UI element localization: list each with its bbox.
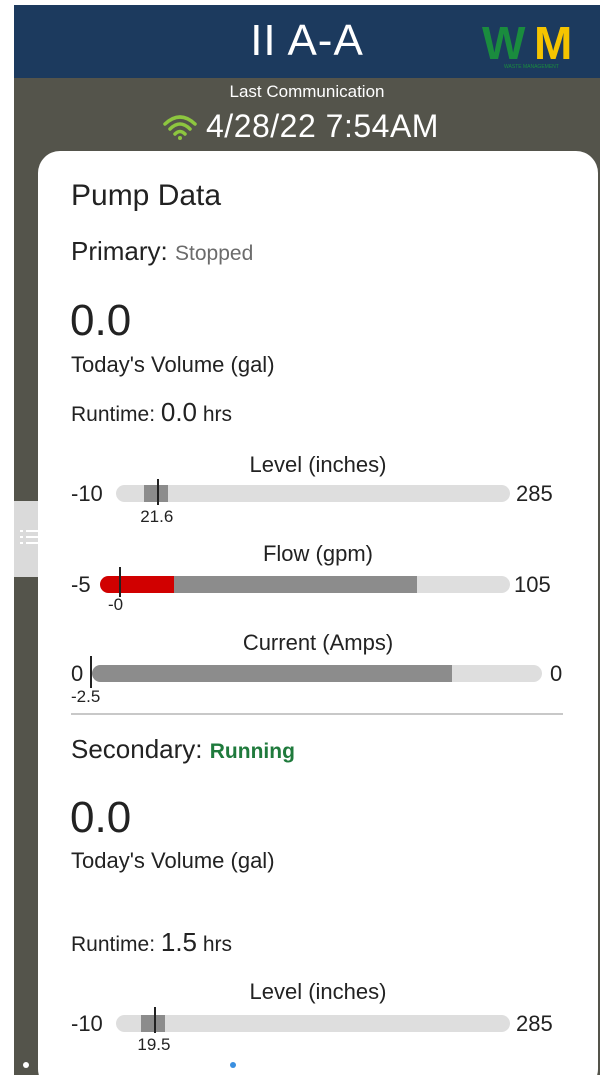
page-indicator [14, 1055, 600, 1075]
page-dot[interactable] [200, 1062, 207, 1068]
page-dot[interactable] [23, 1062, 29, 1068]
secondary-level-title: Level (inches) [249, 979, 387, 1004]
primary-level-fill [144, 485, 169, 502]
last-communication-row: 4/28/22 7:54AM [162, 106, 439, 146]
primary-level-title: Level (inches) [249, 452, 387, 477]
primary-volume-label: Today's Volume (gal) [71, 352, 275, 377]
secondary-volume-label: Today's Volume (gal) [71, 848, 275, 873]
primary-current-title: Current (Amps) [242, 630, 394, 655]
page-dot[interactable] [467, 1062, 474, 1068]
primary-flow-value: -0 [108, 595, 124, 614]
svg-text:M: M [534, 19, 570, 69]
primary-level-min: -10 [71, 481, 103, 506]
page-dot[interactable] [260, 1062, 266, 1068]
page-dot[interactable] [378, 1062, 385, 1068]
primary-flow-max: 105 [514, 572, 551, 597]
primary-flow-track [100, 576, 510, 593]
header-bar: II A-A W M WASTE MANAGEMENT [14, 5, 600, 78]
secondary-level-fill [141, 1015, 166, 1032]
last-communication-time: 4/28/22 7:54AM [206, 108, 439, 144]
secondary-label: Secondary: [71, 734, 203, 764]
page-dot[interactable] [585, 1062, 592, 1068]
svg-text:W: W [482, 19, 526, 69]
page-dot[interactable] [526, 1062, 533, 1068]
secondary-runtime: Runtime: 1.5 hrs [71, 928, 232, 959]
secondary-level-value: 19.5 [137, 1035, 171, 1054]
wm-logo: W M WASTE MANAGEMENT [482, 19, 574, 69]
primary-runtime-unit: hrs [202, 403, 233, 426]
primary-flow-title: Flow (gpm) [262, 541, 373, 566]
page-dot[interactable] [497, 1062, 503, 1068]
primary-level-marker [157, 479, 160, 505]
page-dot[interactable] [408, 1062, 415, 1068]
primary-label: Primary: [71, 236, 168, 266]
primary-level-max: 285 [516, 481, 553, 506]
primary-level-track [116, 485, 510, 502]
primary-level-value: 21.6 [140, 507, 174, 526]
card-title: Pump Data [71, 179, 222, 212]
primary-current-value: -2.5 [71, 687, 101, 706]
page-dot[interactable] [319, 1062, 326, 1068]
primary-current-min: 0 [71, 661, 84, 686]
secondary-level-marker [154, 1007, 157, 1033]
primary-runtime-label: Runtime: [71, 403, 156, 426]
secondary-status-line: Secondary: Running [71, 733, 295, 768]
app-frame: II A-A W M WASTE MANAGEMENT Last Communi… [14, 5, 600, 1075]
secondary-volume-value: 0.0 [70, 793, 132, 842]
page-dot[interactable] [230, 1062, 237, 1068]
page-dot[interactable] [171, 1062, 178, 1068]
secondary-runtime-unit: hrs [202, 933, 233, 956]
svg-text:WASTE MANAGEMENT: WASTE MANAGEMENT [504, 64, 559, 69]
page-dot[interactable] [556, 1062, 563, 1068]
primary-current-track [92, 665, 542, 682]
page-dot[interactable] [289, 1062, 296, 1068]
page-dot[interactable] [111, 1062, 118, 1068]
primary-current-marker [90, 656, 92, 688]
secondary-status: Running [209, 740, 295, 763]
wifi-icon [163, 115, 197, 140]
last-communication-label: Last Communication [229, 82, 385, 101]
primary-status: Stopped [175, 242, 254, 265]
page-dot[interactable] [82, 1062, 89, 1068]
primary-current-max: 0 [550, 661, 563, 686]
page-dot[interactable] [437, 1062, 444, 1068]
secondary-level-max: 285 [516, 1011, 553, 1036]
primary-runtime-value: 0.0 [160, 397, 198, 427]
primary-status-line: Primary: Stopped [71, 235, 253, 270]
secondary-runtime-label: Runtime: [71, 933, 156, 956]
primary-flow-marker [118, 567, 121, 597]
page-dot[interactable] [141, 1062, 148, 1068]
secondary-runtime-value: 1.5 [160, 927, 198, 957]
page-dot[interactable] [52, 1062, 59, 1068]
secondary-level-min: -10 [71, 1011, 103, 1036]
primary-flow-alarm-band [100, 576, 174, 593]
primary-runtime: Runtime: 0.0 hrs [71, 398, 232, 429]
section-divider [71, 713, 563, 715]
pump-data-card: Pump Data Primary: Stopped 0.0 Today's V… [38, 151, 598, 1075]
primary-current-fill [92, 665, 452, 682]
secondary-level-track [116, 1015, 510, 1032]
primary-flow-fill [174, 576, 417, 593]
page-dot[interactable] [348, 1062, 355, 1068]
primary-flow-min: -5 [71, 572, 91, 597]
primary-volume-value: 0.0 [70, 296, 132, 345]
